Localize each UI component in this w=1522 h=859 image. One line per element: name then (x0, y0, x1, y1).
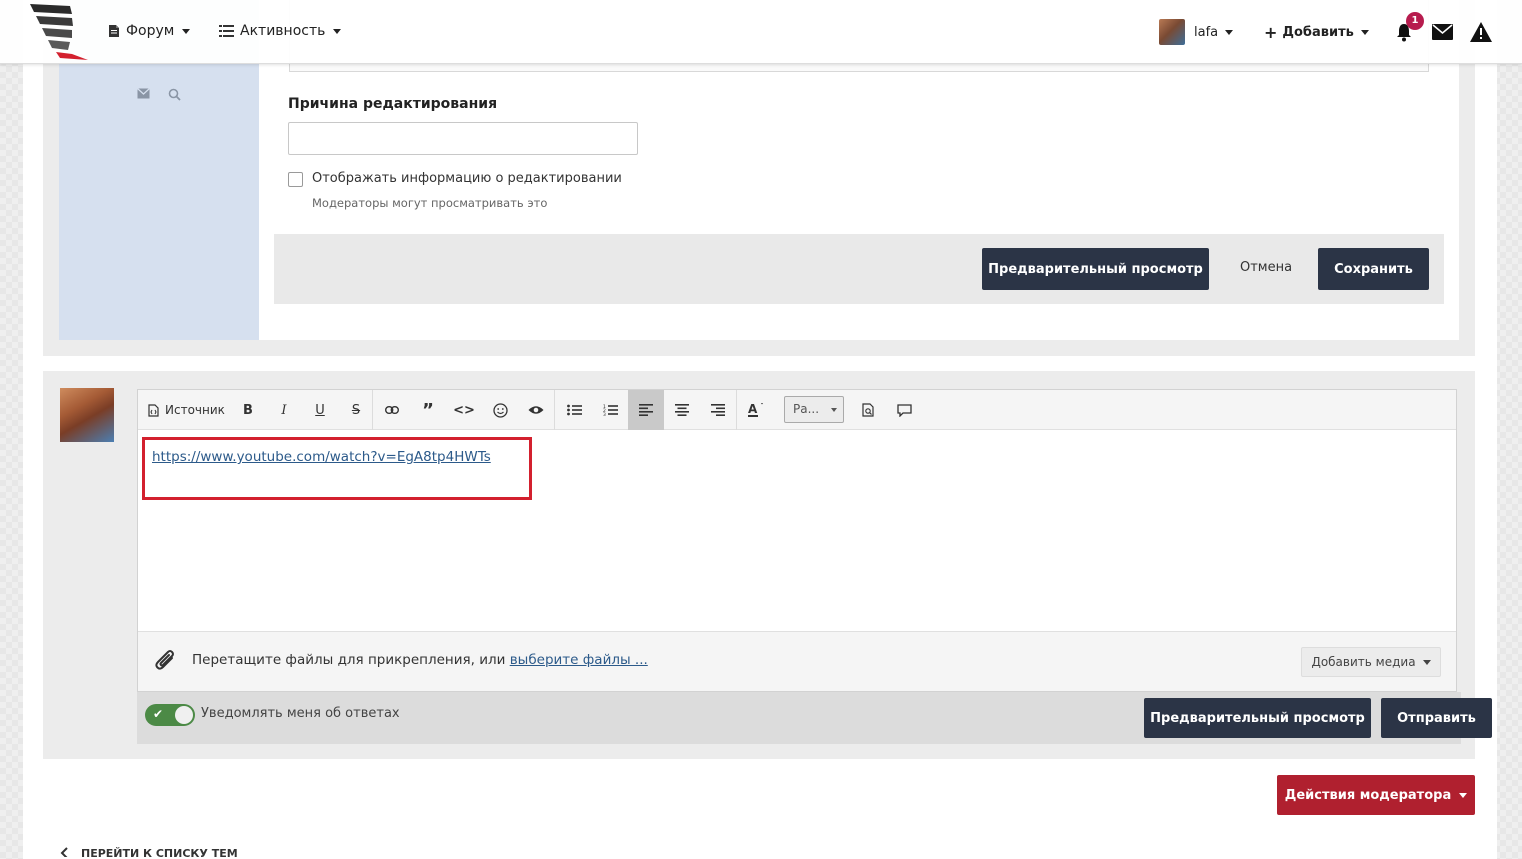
chevron-down-icon (182, 28, 191, 34)
edit-reason-label: Причина редактирования (288, 96, 498, 112)
quick-reply-block: Источник B I U S ” <> 123 A Ра... https:… (43, 371, 1492, 759)
submit-reply-button[interactable]: Отправить (1381, 698, 1492, 738)
moderator-actions-button[interactable]: Действия модератора (1277, 775, 1475, 815)
svg-text:3: 3 (603, 412, 606, 416)
code-icon[interactable]: <> (446, 390, 482, 430)
bold-icon[interactable]: B (230, 390, 266, 430)
toolbar-divider (736, 390, 737, 430)
top-navigation: Форум Активность lafa + Добавить 1 (0, 0, 1522, 64)
font-size-value: Ра... (793, 402, 820, 416)
chevron-down-icon (1459, 792, 1468, 798)
text-color-icon[interactable]: A (738, 390, 774, 430)
chevron-down-icon (1225, 29, 1234, 35)
notify-label[interactable]: Уведомлять меня об ответах (201, 706, 400, 721)
chevron-down-icon (831, 408, 837, 412)
bullet-list-icon[interactable] (556, 390, 592, 430)
nav-username: lafa (1194, 24, 1219, 40)
editor-toolbar: Источник B I U S ” <> 123 A Ра... (138, 390, 1456, 430)
edit-preview-button[interactable]: Предварительный просмотр (982, 248, 1209, 290)
toolbar-divider (554, 390, 555, 430)
font-size-select[interactable]: Ра... (784, 396, 844, 423)
attach-text: Перетащите файлы для прикрепления, или (192, 652, 510, 668)
editor-content[interactable]: https://www.youtube.com/watch?v=EgA8tp4H… (138, 431, 1456, 631)
rich-text-editor: Источник B I U S ” <> 123 A Ра... https:… (137, 389, 1457, 692)
align-right-icon[interactable] (700, 390, 736, 430)
nav-forum-label: Форум (126, 23, 175, 39)
check-icon: ✔ (153, 707, 164, 721)
svg-text:A: A (748, 402, 758, 416)
toggle-knob (175, 706, 193, 724)
nav-add-label: Добавить (1282, 24, 1354, 40)
list-icon (219, 25, 234, 37)
search-icon[interactable] (168, 88, 181, 105)
source-code-icon (148, 403, 159, 417)
edit-reason-input[interactable] (288, 122, 638, 155)
nav-activity[interactable]: Активность (219, 20, 342, 42)
site-logo-icon[interactable] (26, 0, 90, 62)
show-edit-info-checkbox[interactable] (288, 172, 303, 187)
preview-icon[interactable] (850, 390, 886, 430)
nav-forum[interactable]: Форум (108, 20, 191, 42)
paperclip-icon (152, 648, 180, 676)
edit-actions-bar: Предварительный просмотр Отмена Сохранит… (274, 234, 1444, 304)
attach-files-area[interactable]: Перетащите файлы для прикрепления, или в… (138, 631, 1456, 691)
notifications-badge: 1 (1406, 12, 1424, 30)
user-actions (137, 88, 181, 105)
edit-save-button[interactable]: Сохранить (1318, 248, 1429, 290)
add-media-label: Добавить медиа (1311, 655, 1416, 669)
document-icon (109, 25, 119, 37)
chevron-down-icon (1422, 659, 1431, 665)
speech-bubble-icon[interactable] (886, 390, 922, 430)
attach-instructions: Перетащите файлы для прикрепления, или в… (192, 652, 648, 668)
warning-icon (1470, 22, 1492, 42)
toolbar-divider (372, 390, 373, 430)
envelope-icon (1432, 24, 1453, 40)
quote-icon[interactable]: ” (410, 390, 446, 430)
nav-activity-label: Активность (240, 23, 326, 39)
moderator-actions-label: Действия модератора (1284, 787, 1452, 803)
align-left-icon[interactable] (628, 390, 664, 430)
source-button[interactable]: Источник (148, 390, 225, 430)
italic-icon[interactable]: I (266, 390, 302, 430)
chevron-down-icon (1360, 29, 1369, 35)
align-center-icon[interactable] (664, 390, 700, 430)
edit-cancel-button[interactable]: Отмена (1240, 260, 1292, 275)
strikethrough-icon[interactable]: S (338, 390, 374, 430)
back-to-thread-list-label: ПЕРЕЙТИ К СПИСКУ ТЕМ (81, 847, 238, 859)
reports-button[interactable] (1470, 18, 1492, 46)
nav-user-menu[interactable]: lafa (1159, 18, 1234, 46)
back-to-thread-list-link[interactable]: ПЕРЕЙТИ К СПИСКУ ТЕМ (60, 847, 238, 859)
avatar (1159, 19, 1185, 45)
avatar[interactable] (60, 388, 114, 442)
plus-icon: + (1264, 22, 1278, 42)
reply-preview-button[interactable]: Предварительный просмотр (1144, 698, 1371, 738)
moderators-hint: Модераторы могут просматривать это (312, 196, 548, 210)
chevron-left-icon (60, 847, 69, 859)
underline-icon[interactable]: U (302, 390, 338, 430)
nav-add-menu[interactable]: + Добавить (1264, 18, 1369, 46)
link-icon[interactable] (374, 390, 410, 430)
chevron-down-icon (333, 28, 342, 34)
add-media-button[interactable]: Добавить медиа (1301, 647, 1441, 677)
notify-toggle[interactable]: ✔ (145, 704, 195, 726)
highlight-annotation (142, 437, 532, 500)
messages-button[interactable] (1432, 18, 1453, 46)
choose-files-link[interactable]: выберите файлы ... (510, 652, 648, 668)
envelope-icon[interactable] (137, 88, 150, 105)
source-button-label: Источник (165, 403, 225, 417)
spoiler-eye-icon[interactable] (518, 390, 554, 430)
show-edit-info-label[interactable]: Отображать информацию о редактировании (312, 171, 622, 186)
smiley-icon[interactable] (482, 390, 518, 430)
reply-footer: ✔ Уведомлять меня об ответах Предварител… (137, 692, 1492, 744)
numbered-list-icon[interactable]: 123 (592, 390, 628, 430)
